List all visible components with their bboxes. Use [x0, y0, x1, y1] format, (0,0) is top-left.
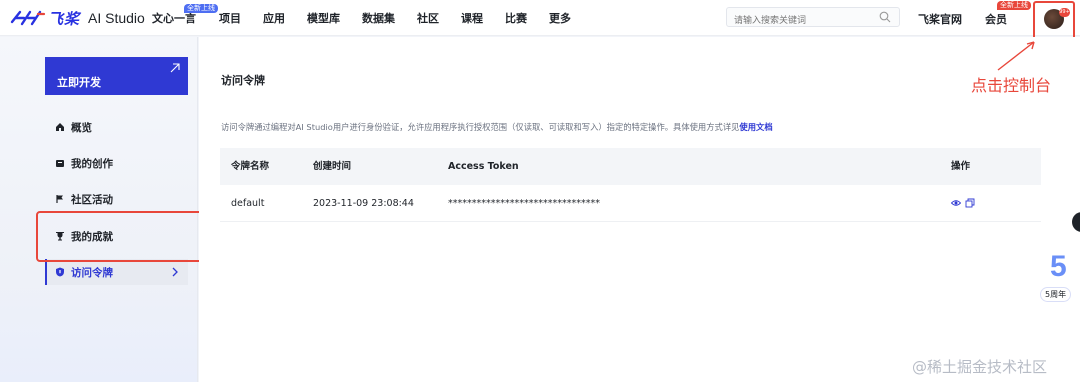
sidebar-item-label: 我的创作 — [71, 157, 113, 170]
anniversary-number: 5 — [1050, 250, 1067, 283]
token-created-time: 2023-11-09 23:08:44 — [313, 198, 414, 209]
column-header-actions: 操作 — [951, 161, 971, 172]
nav-item-label: 项目 — [219, 12, 241, 25]
token-name: default — [231, 198, 265, 209]
develop-now-label: 立即开发 — [57, 76, 101, 89]
page-description: 访问令牌通过编程对AI Studio用户进行身份验证，允许应用程序执行授权范围（… — [221, 121, 773, 133]
nav-item-label: 课程 — [461, 12, 483, 25]
nav-item-wenxin[interactable]: 全新上线 文心一言 — [152, 4, 218, 26]
sidebar-item-access-tokens[interactable]: 访问令牌 — [45, 259, 188, 285]
token-table: 令牌名称 创建时间 Access Token 操作 default 2023-1… — [220, 148, 1041, 222]
console-sidebar: 立即开发 概览 我的创作 社区活动 我的成就 访问令牌 — [0, 37, 198, 382]
nav-item-label: 模型库 — [307, 12, 340, 25]
logo-text-en: AI Studio — [88, 10, 145, 26]
new-badge: 全新上线 — [184, 4, 218, 13]
token-value-masked: ******************************** — [448, 198, 600, 209]
nav-item-label: 社区 — [417, 12, 439, 25]
main-content: 访问令牌 访问令牌通过编程对AI Studio用户进行身份验证，允许应用程序执行… — [199, 37, 1080, 382]
membership-link[interactable]: 全新上线 会员 — [985, 1, 1031, 27]
new-badge: 全新上线 — [997, 1, 1031, 10]
nav-item-label: 比赛 — [505, 12, 527, 25]
logo-text-cn: 飞桨 — [48, 9, 81, 28]
eye-icon[interactable] — [951, 198, 961, 208]
flag-icon — [56, 195, 63, 203]
page-title: 访问令牌 — [221, 74, 265, 87]
table-header: 令牌名称 创建时间 Access Token 操作 — [220, 148, 1041, 185]
chevron-right-icon — [172, 267, 178, 277]
column-header-name: 令牌名称 — [231, 161, 270, 172]
nav-item-community[interactable]: 社区 — [417, 10, 439, 26]
sidebar-item-label: 概览 — [71, 121, 92, 134]
anniversary-widget[interactable]: 5 5周年 — [1040, 250, 1080, 306]
sidebar-item-label: 访问令牌 — [71, 266, 113, 279]
nav-item-projects[interactable]: 项目 — [219, 10, 241, 26]
nav-item-label: 更多 — [549, 12, 571, 25]
annotation-highlight-box — [36, 211, 210, 262]
site-logo[interactable]: 飞桨 AI Studio — [10, 7, 145, 29]
avatar-highlight-box[interactable]: 99+ — [1033, 1, 1075, 40]
sidebar-item-overview[interactable]: 概览 — [45, 114, 188, 140]
nav-item-more[interactable]: 更多 — [549, 10, 571, 26]
docs-link[interactable]: 使用文档 — [739, 122, 772, 132]
nav-item-label: 文心一言 — [152, 12, 196, 25]
home-icon — [56, 123, 64, 131]
search-icon[interactable] — [879, 11, 891, 23]
nav-item-apps[interactable]: 应用 — [263, 10, 285, 26]
search-box — [726, 7, 900, 30]
table-row: default 2023-11-09 23:08:44 ************… — [220, 185, 1041, 222]
paddle-logo-icon — [10, 10, 46, 26]
watermark: @稀土掘金技术社区 — [912, 358, 1048, 376]
copy-icon[interactable] — [965, 198, 975, 208]
nav-item-datasets[interactable]: 数据集 — [362, 10, 395, 26]
sidebar-item-my-creations[interactable]: 我的创作 — [45, 150, 188, 176]
membership-label: 会员 — [985, 13, 1007, 26]
shield-icon — [56, 267, 64, 277]
column-header-created: 创建时间 — [313, 161, 352, 172]
nav-item-label: 应用 — [263, 12, 285, 25]
row-actions — [951, 198, 975, 208]
top-navigation-bar: 飞桨 AI Studio 全新上线 文心一言 项目 应用 模型库 数据集 社区 … — [0, 0, 1080, 40]
sidebar-item-label: 社区活动 — [71, 193, 113, 206]
nav-item-models[interactable]: 模型库 — [307, 10, 340, 26]
external-arrow-icon — [170, 63, 180, 73]
annotation-label: 点击控制台 — [971, 76, 1052, 95]
notification-count-badge: 99+ — [1059, 8, 1070, 17]
search-input[interactable] — [727, 12, 867, 30]
paddle-official-link[interactable]: 飞桨官网 — [918, 11, 962, 27]
description-text: 访问令牌通过编程对AI Studio用户进行身份验证，允许应用程序执行授权范围（… — [221, 122, 740, 132]
anniversary-label: 5周年 — [1040, 287, 1072, 302]
column-header-token: Access Token — [448, 161, 519, 172]
develop-now-button[interactable]: 立即开发 — [45, 57, 188, 95]
nav-item-label: 数据集 — [362, 12, 395, 25]
nav-item-competitions[interactable]: 比赛 — [505, 10, 527, 26]
nav-item-courses[interactable]: 课程 — [461, 10, 483, 26]
sidebar-item-community-activity[interactable]: 社区活动 — [45, 186, 188, 212]
folder-icon — [56, 160, 64, 167]
main-nav: 全新上线 文心一言 项目 应用 模型库 数据集 社区 课程 比赛 更多 — [152, 0, 571, 36]
annotation-arrow — [997, 41, 1035, 71]
